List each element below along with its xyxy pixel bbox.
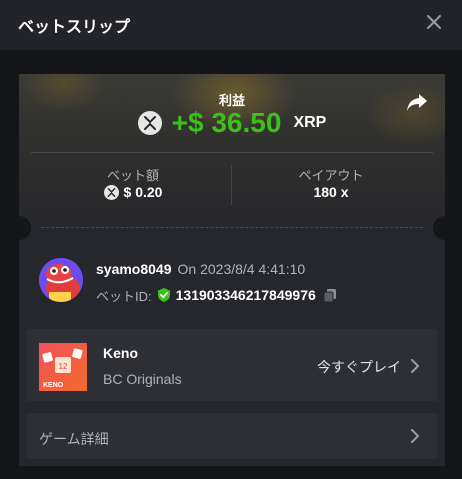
header-title: ベットスリップ (18, 19, 131, 36)
copy-icon[interactable] (322, 287, 338, 303)
profit-row: +$ 36.50 XRP (19, 107, 445, 138)
player-line: syamo8049 On 2023/8/4 4:41:10 (96, 261, 305, 277)
bet-amount: $ 0.20 (123, 184, 163, 200)
chevron-right-icon[interactable] (410, 429, 420, 443)
game-name: Keno (103, 345, 138, 361)
bet-date: On 2023/8/4 4:41:10 (177, 261, 306, 277)
bet-card: 利益 +$ 36.50 XRP ベット額 $ 0.20 ペイアウト 180 x … (19, 74, 445, 466)
avatar[interactable] (39, 258, 83, 302)
bet-slip-header: ベットスリップ (0, 0, 462, 50)
play-now-button[interactable]: 今すぐプレイ (317, 357, 401, 377)
profit-currency: XRP (293, 114, 327, 131)
summary-divider (31, 152, 433, 153)
game-panel[interactable]: 12 KENO Keno BC Originals 今すぐプレイ (27, 329, 437, 401)
game-thumbnail[interactable]: 12 KENO (39, 343, 87, 391)
share-icon[interactable] (406, 92, 428, 112)
profit-hero: 利益 +$ 36.50 XRP ベット額 $ 0.20 ペイアウト 180 x (19, 74, 445, 234)
game-provider: BC Originals (103, 371, 182, 387)
xrp-coin-icon (137, 111, 162, 135)
bet-id-label: ベットID: (96, 288, 152, 304)
game-details-label: ゲーム詳細 (39, 431, 109, 447)
shield-check-icon (157, 288, 170, 302)
bet-id: 131903346217849976 (175, 287, 316, 303)
bet-amount-value: $ 0.20 (33, 184, 233, 200)
payout: 180 x (313, 184, 349, 200)
profit-amount: +$ 36.50 (171, 107, 282, 138)
username[interactable]: syamo8049 (96, 261, 172, 277)
payout-label: ペイアウト (298, 168, 364, 183)
chevron-right-icon[interactable] (410, 359, 420, 373)
game-details-row[interactable]: ゲーム詳細 (27, 413, 437, 459)
game-thumb-number: 12 (59, 362, 68, 371)
ticket-notch-right (433, 216, 445, 240)
game-thumb-label: KENO (43, 382, 64, 389)
bet-amount-label: ベット額 (106, 168, 159, 183)
payout-value: 180 x (231, 184, 431, 200)
bet-id-row: ベットID: 131903346217849976 (96, 286, 338, 304)
close-icon[interactable] (423, 11, 445, 33)
ticket-dashed-line (41, 227, 423, 228)
xrp-coin-icon (103, 184, 119, 200)
